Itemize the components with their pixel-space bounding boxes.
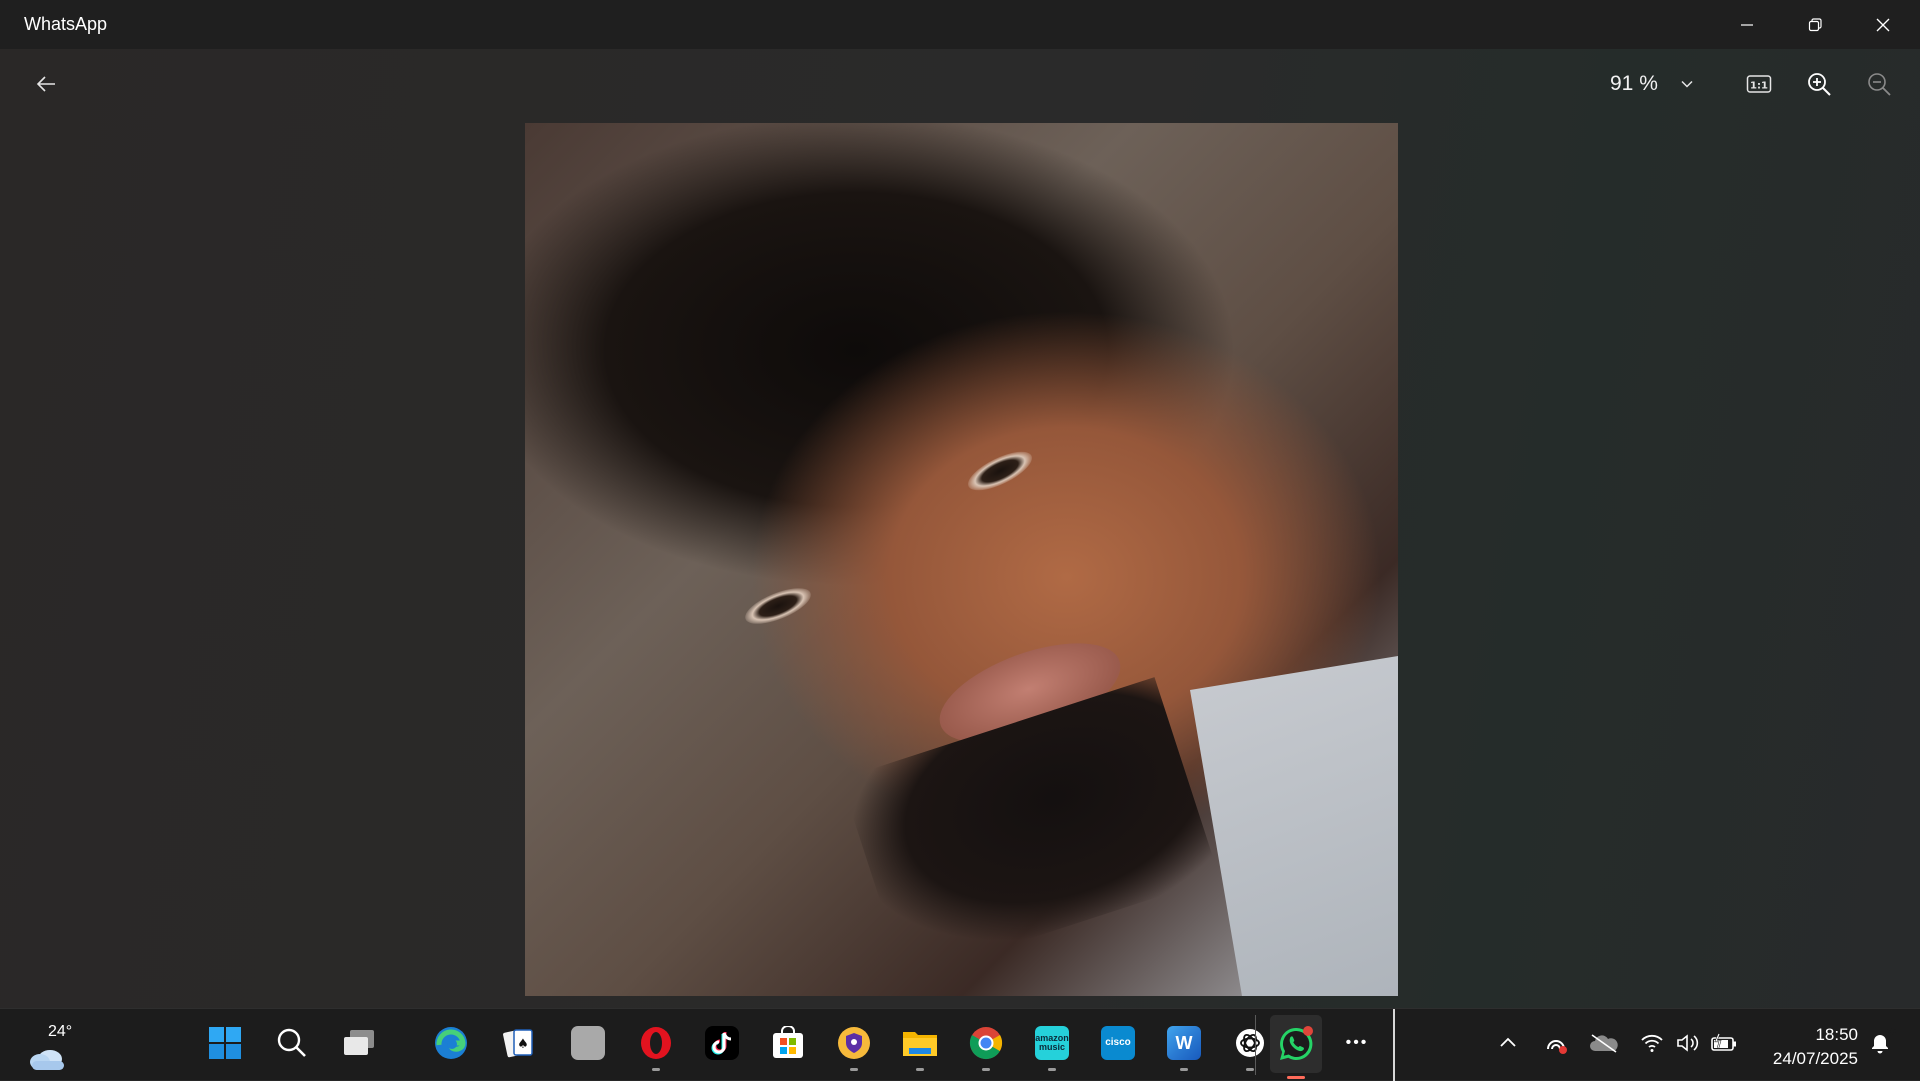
restore-button[interactable] [1781, 0, 1849, 49]
actual-size-label: 1:1 [1750, 81, 1768, 92]
actual-size-1to1-icon: 1:1 [1746, 75, 1772, 93]
store-icon [773, 1026, 803, 1058]
solitaire-taskbar-button[interactable]: ♠ [497, 1021, 541, 1065]
cisco-taskbar-button[interactable]: cisco [1096, 1021, 1140, 1065]
cloudy-weather-icon [30, 1050, 64, 1070]
word-icon: W [1167, 1026, 1201, 1060]
photo-eye-left [740, 580, 816, 632]
gray-app-icon [571, 1026, 605, 1060]
running-indicator [1180, 1068, 1188, 1071]
tiktok-taskbar-button[interactable] [700, 1021, 744, 1065]
task-view-icon [344, 1030, 374, 1055]
minimize-icon [1741, 23, 1753, 26]
zoom-in-button[interactable] [1797, 62, 1841, 106]
taskbar-separator [1255, 1015, 1256, 1075]
close-icon [1876, 18, 1890, 31]
opera-browser-icon [641, 1027, 671, 1059]
system-clock[interactable]: 18:50 24/07/2025 [1758, 1023, 1858, 1071]
chevron-up-icon [1500, 1037, 1516, 1047]
task-view-button[interactable] [337, 1021, 381, 1065]
restore-icon [1808, 17, 1822, 31]
notification-center-button[interactable]: 22 [1858, 1021, 1902, 1065]
taskbar-overflow-button[interactable]: ••• [1335, 1021, 1379, 1065]
svg-text:♠: ♠ [517, 1037, 529, 1052]
battery-tray-button[interactable] [1702, 1021, 1746, 1065]
cisco-label: cisco [1105, 1037, 1131, 1048]
windows-start-icon [209, 1027, 241, 1059]
clock-date: 24/07/2025 [1772, 1049, 1858, 1068]
amazon-music-icon: amazon music [1035, 1026, 1069, 1060]
actual-size-button[interactable]: 1:1 [1737, 62, 1781, 106]
photo-eye-right [962, 443, 1038, 499]
start-button[interactable] [203, 1021, 247, 1065]
shield-vpn-icon [838, 1027, 870, 1059]
word-label: W [1175, 1033, 1193, 1053]
whatsapp-taskbar-button[interactable] [1270, 1015, 1322, 1079]
running-indicator [1048, 1068, 1056, 1071]
tiktok-icon [705, 1026, 739, 1060]
search-icon [277, 1028, 306, 1057]
notification-count: 22 [1886, 1027, 1898, 1038]
word-taskbar-button[interactable]: W [1162, 1021, 1206, 1071]
edge-taskbar-button[interactable] [429, 1021, 473, 1065]
show-hidden-icons-button[interactable] [1486, 1021, 1530, 1065]
weather-temperature: 24° [48, 1023, 73, 1040]
minimize-button[interactable] [1713, 0, 1781, 49]
photo-beard [840, 677, 1220, 979]
whatsapp-media-viewer-window: WhatsApp 91 % 1:1 [0, 0, 1920, 1008]
cisco-networking-icon: cisco [1101, 1026, 1135, 1060]
amazon-music-label: amazon music [1035, 1033, 1069, 1052]
zoom-in-icon [1808, 73, 1831, 96]
running-indicator [1246, 1068, 1254, 1071]
chrome-browser-icon [969, 1027, 1003, 1060]
chatgpt-icon [1236, 1029, 1264, 1057]
running-indicator [916, 1068, 924, 1071]
edge-browser-icon [435, 1027, 467, 1059]
zoom-level-dropdown[interactable]: 91 % [1610, 60, 1694, 108]
whatsapp-icon [1280, 1026, 1313, 1060]
active-window-indicator [1287, 1076, 1305, 1079]
title-bar: WhatsApp [0, 0, 1920, 49]
running-indicator [850, 1068, 858, 1071]
volume-icon [1677, 1034, 1699, 1052]
chevron-down-icon [1681, 80, 1693, 88]
gray-app-taskbar-button[interactable] [566, 1021, 610, 1065]
chrome-taskbar-button[interactable] [964, 1021, 1008, 1071]
microsoft-store-taskbar-button[interactable] [766, 1021, 810, 1065]
solitaire-cards-icon: ♠ [503, 1029, 533, 1058]
onedrive-offline-icon [1590, 1034, 1618, 1053]
clock-time: 18:50 [1815, 1025, 1858, 1044]
window-title: WhatsApp [24, 14, 108, 34]
weather-widget[interactable]: 24° [26, 1021, 86, 1071]
search-button[interactable] [270, 1021, 314, 1065]
back-button[interactable] [24, 62, 68, 106]
close-button[interactable] [1849, 0, 1917, 49]
folder-icon [903, 1032, 937, 1056]
amazon-music-taskbar-button[interactable]: amazon music [1030, 1021, 1074, 1071]
opera-taskbar-button[interactable] [634, 1021, 678, 1071]
zoom-out-button[interactable] [1857, 62, 1901, 106]
copilot-icon [1547, 1040, 1567, 1054]
zoom-level-value: 91 % [1610, 72, 1658, 95]
running-indicator [652, 1068, 660, 1071]
onedrive-tray-button[interactable] [1582, 1021, 1626, 1065]
running-indicator [982, 1068, 990, 1071]
file-explorer-taskbar-button[interactable] [898, 1021, 942, 1071]
wifi-icon [1641, 1034, 1663, 1052]
battery-charging-icon [1711, 1033, 1736, 1051]
copilot-tray-button[interactable] [1534, 1021, 1578, 1065]
zoom-out-icon [1868, 73, 1891, 96]
overflow-label: ••• [1345, 1034, 1369, 1051]
vpn-taskbar-button[interactable] [832, 1021, 876, 1071]
taskbar-pinned-divider [1393, 1009, 1395, 1081]
arrow-left-icon [36, 76, 55, 92]
windows-taskbar: 24° ♠ amazon music cisco W ••• 18:50 24/… [0, 1008, 1920, 1081]
displayed-photo[interactable] [525, 123, 1398, 996]
chatgpt-taskbar-button[interactable] [1228, 1021, 1272, 1071]
